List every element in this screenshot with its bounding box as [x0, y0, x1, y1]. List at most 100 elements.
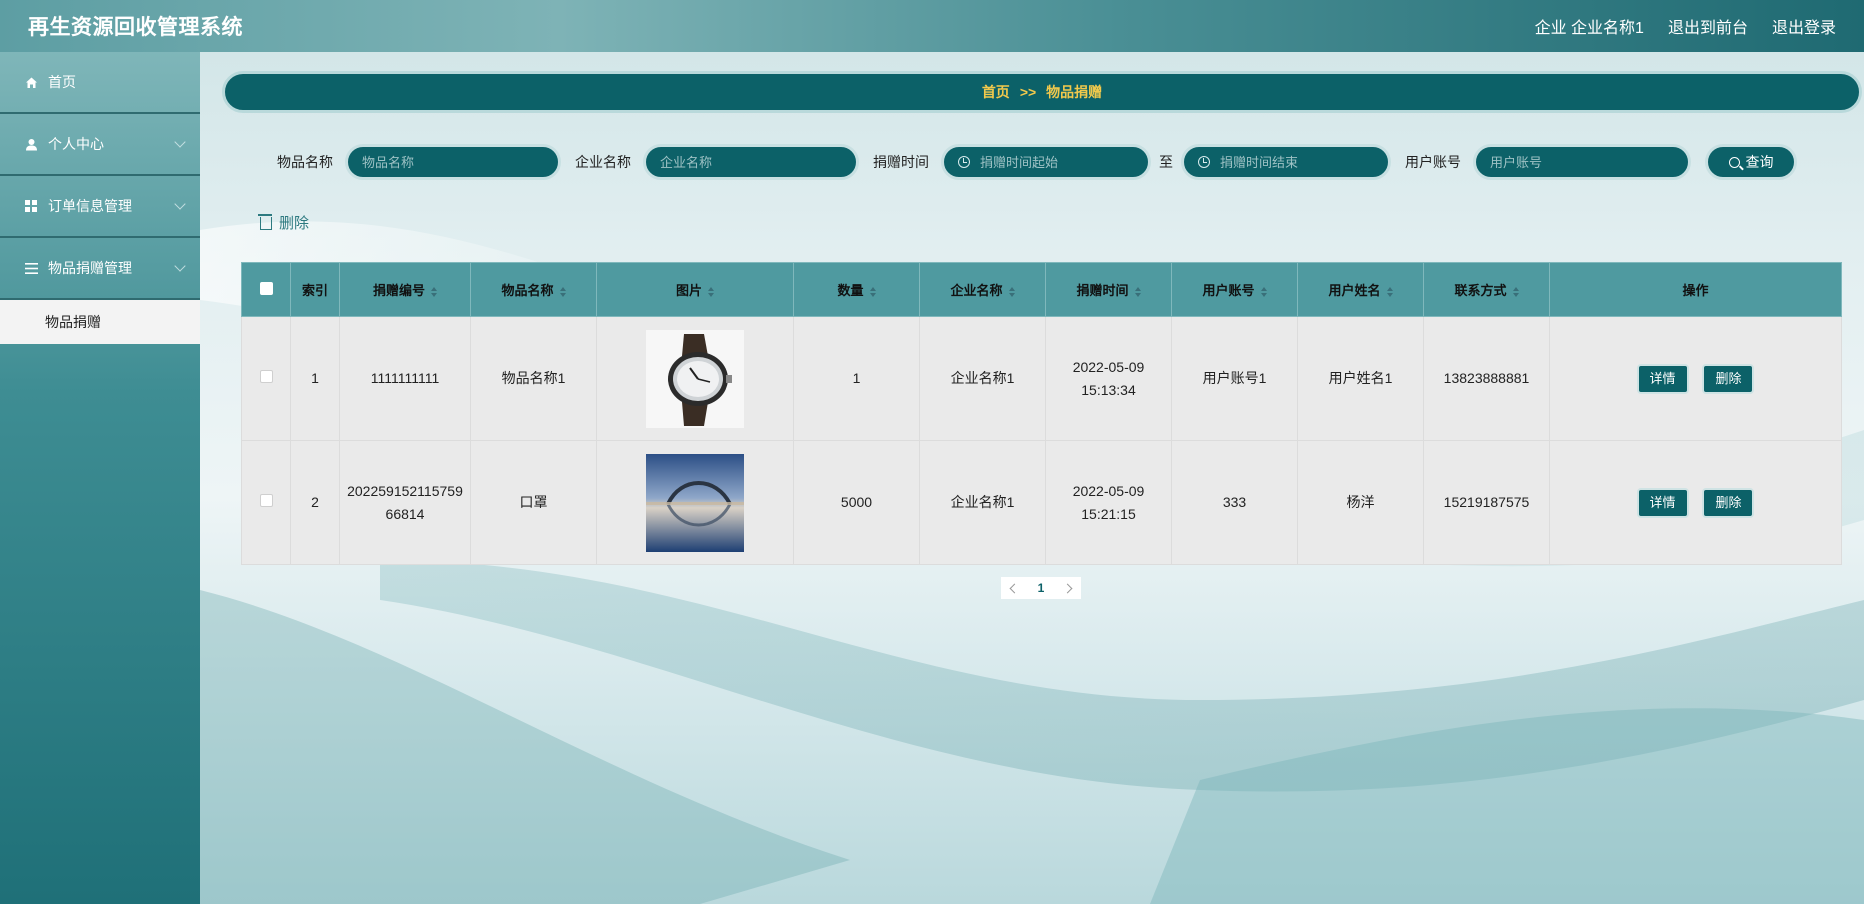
index-cell: 1	[290, 316, 340, 441]
main-content: 首页 >> 物品捐赠 物品名称 企业名称 捐赠时间 至 用户账号 查询	[200, 52, 1864, 904]
sort-icon[interactable]	[1134, 286, 1141, 297]
sidebar-item-donations[interactable]: 物品捐赠管理	[0, 238, 200, 300]
delete-button[interactable]: 删除	[1702, 487, 1755, 518]
watch-image[interactable]	[646, 329, 744, 428]
column-header-label: 索引	[301, 283, 328, 298]
donation-time-label: 捐赠时间	[873, 154, 929, 170]
trash-icon	[258, 214, 272, 230]
clock-icon	[1198, 156, 1210, 168]
column-header[interactable]: 用户姓名	[1297, 262, 1424, 317]
chevron-down-icon	[174, 136, 186, 148]
exit-to-front-link[interactable]: 退出到前台	[1668, 14, 1748, 38]
row-checkbox[interactable]	[259, 370, 273, 383]
table-header-row: 索引 捐赠编号 物品名称 图片 数量 企业名称 捐赠时间 用户账号 用户姓名 联…	[241, 262, 1842, 317]
company-label: 企业名称	[575, 154, 631, 170]
batch-delete-button[interactable]: 删除	[258, 212, 309, 233]
column-header-label: 用户姓名	[1328, 283, 1381, 298]
sidebar-item-orders[interactable]: 订单信息管理	[0, 176, 200, 238]
column-header[interactable]: 用户账号	[1171, 262, 1298, 317]
image-cell	[596, 316, 794, 441]
query-button-label: 查询	[1745, 154, 1774, 170]
column-header-label: 图片	[675, 283, 702, 298]
actions-cell: 详情 删除	[1549, 316, 1842, 441]
sidebar-subitem-donation[interactable]: 物品捐赠	[0, 300, 200, 344]
query-button[interactable]: 查询	[1705, 144, 1797, 180]
column-header[interactable]: 图片	[596, 262, 794, 317]
row-checkbox[interactable]	[259, 494, 273, 507]
column-header[interactable]: 物品名称	[470, 262, 597, 317]
column-header-label: 企业名称	[950, 283, 1003, 298]
row-select-cell	[241, 316, 291, 441]
time-start-field[interactable]	[941, 144, 1151, 180]
column-header-label: 操作	[1682, 283, 1709, 298]
page-number[interactable]: 1	[1038, 581, 1045, 595]
column-header[interactable]: 企业名称	[919, 262, 1046, 317]
chevron-down-icon	[174, 260, 186, 272]
clock-icon	[958, 156, 970, 168]
sidebar-item-label: 订单信息管理	[48, 198, 132, 214]
detail-button[interactable]: 详情	[1636, 487, 1689, 518]
sort-icon[interactable]	[431, 286, 437, 297]
actions-cell: 详情 删除	[1549, 440, 1842, 565]
sort-icon[interactable]	[869, 286, 876, 297]
donation-time-cell: 2022-05-09 15:21:15	[1045, 440, 1172, 565]
sidebar-item-home[interactable]: 首页	[0, 52, 200, 114]
sort-icon[interactable]	[1008, 286, 1015, 297]
sort-icon[interactable]	[559, 286, 566, 297]
logout-link[interactable]: 退出登录	[1772, 14, 1836, 38]
company-field[interactable]	[643, 144, 859, 180]
range-separator: 至	[1159, 154, 1173, 170]
current-user-label: 企业 企业名称1	[1534, 20, 1644, 37]
prev-page-icon[interactable]	[1009, 583, 1020, 593]
grid-icon	[24, 199, 38, 213]
user-name-cell: 用户姓名1	[1297, 316, 1424, 441]
column-header-label: 数量	[837, 283, 864, 298]
sort-icon[interactable]	[1512, 286, 1519, 297]
column-header[interactable]: 捐赠时间	[1045, 262, 1172, 317]
breadcrumb-home[interactable]: 首页	[982, 82, 1010, 102]
image-cell	[596, 440, 794, 565]
sort-icon[interactable]	[1386, 286, 1393, 297]
time-start-input[interactable]	[980, 154, 1134, 170]
user-icon	[24, 137, 38, 151]
quantity-cell: 1	[793, 316, 920, 441]
phone-cell: 15219187575	[1423, 440, 1550, 565]
item-name-input[interactable]	[362, 154, 544, 170]
column-header[interactable]: 联系方式	[1423, 262, 1550, 317]
column-header[interactable]: 数量	[793, 262, 920, 317]
donation-no-cell: 20225915211575966814	[339, 440, 471, 565]
bridge-image[interactable]	[646, 453, 744, 552]
item-name-cell: 物品名称1	[470, 316, 597, 441]
select-all-checkbox[interactable]	[259, 281, 273, 295]
column-header: 索引	[290, 262, 340, 317]
column-header-label: 联系方式	[1454, 283, 1507, 298]
breadcrumb-current: 物品捐赠	[1046, 84, 1103, 100]
account-cell: 用户账号1	[1171, 316, 1298, 441]
time-end-field[interactable]	[1181, 144, 1391, 180]
detail-button[interactable]: 详情	[1636, 363, 1689, 394]
item-name-field[interactable]	[345, 144, 561, 180]
sidebar-item-profile[interactable]: 个人中心	[0, 114, 200, 176]
sidebar: 首页 个人中心 订单信息管理 物品捐赠管理 物品捐赠	[0, 52, 200, 904]
item-name-cell: 口罩	[470, 440, 597, 565]
search-icon	[1728, 156, 1740, 168]
sort-icon[interactable]	[1260, 286, 1267, 297]
index-cell: 2	[290, 440, 340, 565]
delete-button[interactable]: 删除	[1702, 363, 1755, 394]
app-title: 再生资源回收管理系统	[28, 16, 243, 39]
account-field[interactable]	[1473, 144, 1691, 180]
sort-icon[interactable]	[708, 286, 714, 297]
company-cell: 企业名称1	[919, 316, 1046, 441]
table-row: 1 1111111111 物品名称1 1 企业名称1 2022-05-09 15…	[241, 316, 1842, 441]
column-header[interactable]: 捐赠编号	[339, 262, 471, 317]
sidebar-item-label: 个人中心	[48, 136, 104, 152]
next-page-icon[interactable]	[1062, 583, 1073, 593]
quantity-cell: 5000	[793, 440, 920, 565]
column-header-label: 捐赠时间	[1076, 283, 1129, 298]
item-name-label: 物品名称	[277, 154, 333, 170]
company-input[interactable]	[660, 154, 842, 170]
account-input[interactable]	[1490, 154, 1674, 170]
phone-cell: 13823888881	[1423, 316, 1550, 441]
time-end-input[interactable]	[1220, 154, 1374, 170]
home-icon	[24, 75, 38, 89]
